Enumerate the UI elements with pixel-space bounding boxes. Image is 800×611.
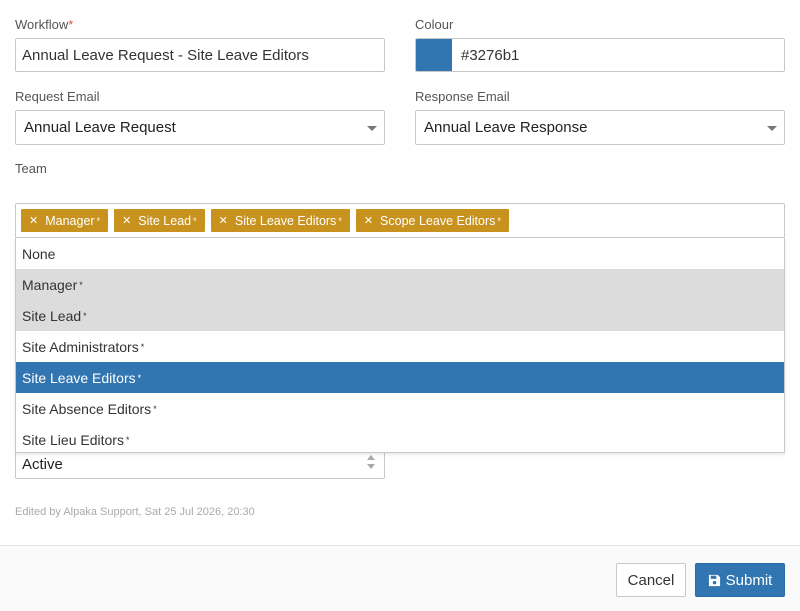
cancel-button[interactable]: Cancel bbox=[616, 563, 686, 597]
colour-label: Colour bbox=[415, 17, 454, 32]
response-email-select[interactable]: Annual Leave Response bbox=[415, 110, 785, 145]
team-option[interactable]: Manager * bbox=[16, 269, 784, 300]
team-label: Team bbox=[15, 161, 47, 176]
request-email-label: Request Email bbox=[15, 89, 100, 104]
times-icon[interactable]: ✕ bbox=[122, 214, 131, 227]
workflow-value: Annual Leave Request - Site Leave Editor… bbox=[22, 46, 309, 64]
save-icon bbox=[708, 574, 720, 586]
team-tag[interactable]: ✕ Scope Leave Editors * bbox=[355, 209, 509, 232]
times-icon[interactable]: ✕ bbox=[219, 214, 228, 227]
submit-button[interactable]: Submit bbox=[695, 563, 785, 597]
team-tag[interactable]: ✕ Site Leave Editors * bbox=[210, 209, 350, 232]
team-dropdown[interactable]: None Manager * Site Lead * Site Administra… bbox=[15, 238, 785, 453]
workflow-input[interactable]: Annual Leave Request - Site Leave Editor… bbox=[15, 38, 385, 72]
team-tag[interactable]: ✕ Manager * bbox=[21, 209, 109, 232]
request-email-select[interactable]: Annual Leave Request bbox=[15, 110, 385, 145]
caret-down-icon bbox=[767, 125, 777, 131]
colour-swatch[interactable] bbox=[416, 39, 452, 71]
colour-input[interactable]: #3276b1 bbox=[415, 38, 785, 72]
team-tag[interactable]: ✕ Site Lead * bbox=[114, 209, 205, 232]
workflow-label: Workflow* bbox=[15, 17, 74, 32]
caret-down-icon bbox=[367, 125, 377, 131]
team-option[interactable]: Site Lead * bbox=[16, 300, 784, 331]
team-option[interactable]: Site Leave Editors * bbox=[16, 362, 784, 393]
request-email-value: Annual Leave Request bbox=[24, 119, 176, 136]
modal-footer: Cancel Submit bbox=[0, 545, 800, 611]
required-mark: * bbox=[68, 17, 74, 32]
team-multiselect[interactable]: ✕ Manager * ✕ Site Lead * ✕ Site Leave Edi… bbox=[15, 203, 785, 238]
times-icon[interactable]: ✕ bbox=[29, 214, 38, 227]
response-email-value: Annual Leave Response bbox=[424, 119, 588, 136]
response-email-label: Response Email bbox=[415, 89, 510, 104]
colour-value: #3276b1 bbox=[461, 46, 520, 64]
team-option[interactable]: Site Administrators * bbox=[16, 331, 784, 362]
times-icon[interactable]: ✕ bbox=[364, 214, 373, 227]
team-option[interactable]: Site Lieu Editors * bbox=[16, 424, 784, 452]
status-value: Active bbox=[22, 455, 63, 473]
edited-by-text: Edited by Alpaka Support, Sat 25 Jul 202… bbox=[15, 506, 255, 518]
team-option[interactable]: None bbox=[16, 238, 784, 269]
team-option[interactable]: Site Absence Editors * bbox=[16, 393, 784, 424]
updown-arrows-icon bbox=[367, 455, 375, 469]
